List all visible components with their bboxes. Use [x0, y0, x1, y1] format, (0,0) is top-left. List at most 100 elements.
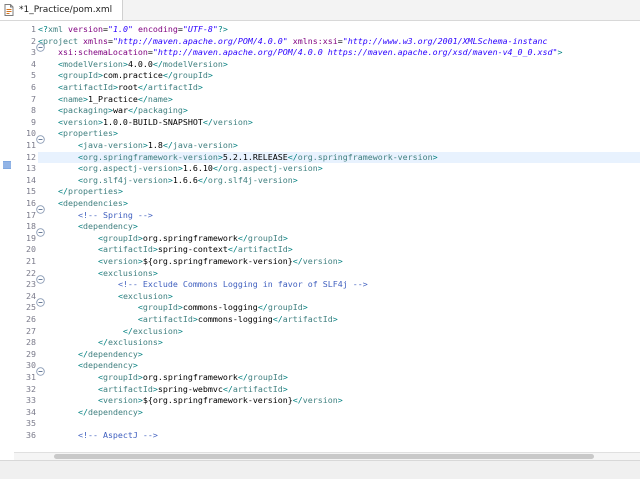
code-line[interactable]: <org.slf4j-version>1.6.6</org.slf4j-vers… [38, 175, 640, 187]
code-token: packaging [137, 105, 183, 116]
code-line[interactable]: </properties> [38, 186, 640, 198]
tab-pom-xml[interactable]: *1_Practice/pom.xml [0, 0, 124, 20]
code-line[interactable]: <java-version>1.8</java-version> [38, 140, 640, 152]
xml-source-editor[interactable]: 1 2 3 4 5 6 7 8 9 10 11 12 13 14 15 16 17 18 19 20 21 22 23 24 2… [0, 21, 640, 461]
line-number: 10 [26, 128, 36, 139]
code-line[interactable]: </dependency> [38, 349, 640, 361]
code-line[interactable]: <dependency> [38, 221, 640, 233]
code-token: 5.2.1.RELEASE [222, 151, 288, 162]
code-line[interactable]: <dependencies> [38, 198, 640, 210]
code-line[interactable]: </dependency> [38, 407, 640, 419]
code-line[interactable]: <!-- Exclude Commons Logging in favor of… [38, 279, 640, 291]
code-token: > [287, 244, 293, 255]
code-line[interactable]: <properties> [38, 128, 640, 140]
editor-bottom-bar [0, 460, 640, 479]
code-line[interactable]: </exclusion> [38, 326, 640, 338]
code-token: </ [122, 325, 133, 336]
code-token: > [167, 290, 173, 301]
code-token: artifactId [237, 244, 288, 255]
line-number: 4 [31, 58, 36, 69]
code-token: groupId [102, 232, 138, 243]
line-number: 33 [26, 395, 36, 406]
code-line[interactable]: <version>${org.springframework-version}<… [38, 395, 640, 407]
line-number: 31 [26, 372, 36, 382]
code-token: > [137, 348, 143, 359]
line-number: 26 [26, 314, 36, 324]
code-token: > [152, 267, 158, 278]
code-line[interactable]: <org.springframework-version>5.2.1.RELEA… [38, 151, 640, 164]
code-token: > [317, 163, 323, 174]
code-token: artifactId [102, 244, 153, 255]
line-number: 8 [31, 105, 36, 116]
code-token: "1.0" [107, 24, 133, 34]
code-line[interactable]: <dependency> [38, 360, 640, 372]
code-token: ${org.springframework-version} [142, 395, 293, 406]
code-token: "http://maven.apache.org/POM/4.0.0 https… [152, 47, 558, 58]
code-token: exclusion [132, 325, 178, 336]
code-line[interactable]: <!-- Spring --> [38, 210, 640, 222]
line-number: 3 [31, 47, 36, 58]
code-token: artifactId [62, 82, 113, 92]
code-token: name [147, 93, 168, 104]
code-token: > [222, 58, 228, 69]
code-token: > [167, 93, 173, 104]
code-line[interactable]: <artifactId>spring-context</artifactId> [38, 244, 640, 256]
code-line[interactable]: <artifactId>spring-webmvc</artifactId> [38, 384, 640, 396]
line-number: 16 [26, 198, 36, 208]
code-token: java-version [82, 140, 143, 150]
code-line[interactable]: <packaging>war</packaging> [38, 105, 640, 117]
code-token: </ [227, 244, 238, 255]
code-line[interactable]: <artifactId>commons-logging</artifactId> [38, 314, 640, 326]
scrollbar-thumb[interactable] [54, 454, 594, 459]
code-token: </ [212, 163, 223, 174]
code-line[interactable]: <version>1.0.0-BUILD-SNAPSHOT</version> [38, 117, 640, 129]
code-token: artifactId [102, 383, 153, 394]
line-number: 14 [26, 174, 36, 185]
code-line[interactable]: <groupId>com.practice</groupId> [38, 70, 640, 82]
code-line[interactable]: <name>1_Practice</name> [38, 94, 640, 106]
code-line[interactable]: <?xml version="1.0" encoding="UTF-8"?> [38, 24, 640, 36]
line-number: 20 [26, 244, 36, 255]
code-token: exclusion [122, 290, 168, 301]
editor-tab-bar: *1_Practice/pom.xml [0, 0, 640, 21]
code-line[interactable]: <exclusions> [38, 268, 640, 280]
code-token: ${org.springframework-version} [142, 256, 293, 266]
code-line[interactable]: <project xmlns="http://maven.apache.org/… [38, 36, 640, 48]
code-token: "http://www.w3.org/2001/XMLSchema-instan… [342, 35, 548, 46]
code-line[interactable] [38, 418, 640, 430]
code-line[interactable]: <groupId>commons-logging</groupId> [38, 302, 640, 314]
code-token: </ [202, 116, 213, 127]
code-line[interactable]: <groupId>org.springframework</groupId> [38, 233, 640, 245]
code-token: version [302, 395, 338, 406]
code-area[interactable]: <?xml version="1.0" encoding="UTF-8"?> <p… [38, 21, 640, 461]
code-token: dependencies [62, 198, 123, 208]
code-line[interactable]: xsi:schemaLocation="http://maven.apache.… [38, 47, 640, 59]
line-number: 30 [26, 360, 36, 371]
code-token: </ [97, 337, 108, 348]
code-line[interactable]: </exclusions> [38, 337, 640, 349]
code-line[interactable]: <groupId>org.springframework</groupId> [38, 372, 640, 384]
code-line[interactable]: <exclusion> [38, 291, 640, 303]
line-number: 18 [26, 221, 36, 232]
code-token: dependency [87, 406, 138, 417]
code-token: </ [162, 140, 173, 150]
code-token: xsi:schemaLocation [38, 47, 148, 58]
code-line[interactable]: <modelVersion>4.0.0</modelVersion> [38, 59, 640, 71]
code-token: spring-webmvc [157, 383, 223, 394]
code-line[interactable]: <artifactId>root</artifactId> [38, 82, 640, 94]
line-number: 28 [26, 337, 36, 348]
line-number: 15 [26, 186, 36, 197]
code-line[interactable]: <!-- AspectJ --> [38, 430, 640, 442]
code-line[interactable]: <version>${org.springframework-version}<… [38, 256, 640, 268]
code-token: artifactId [282, 314, 333, 324]
code-line[interactable]: <org.aspectj-version>1.6.10</org.aspectj… [38, 163, 640, 175]
